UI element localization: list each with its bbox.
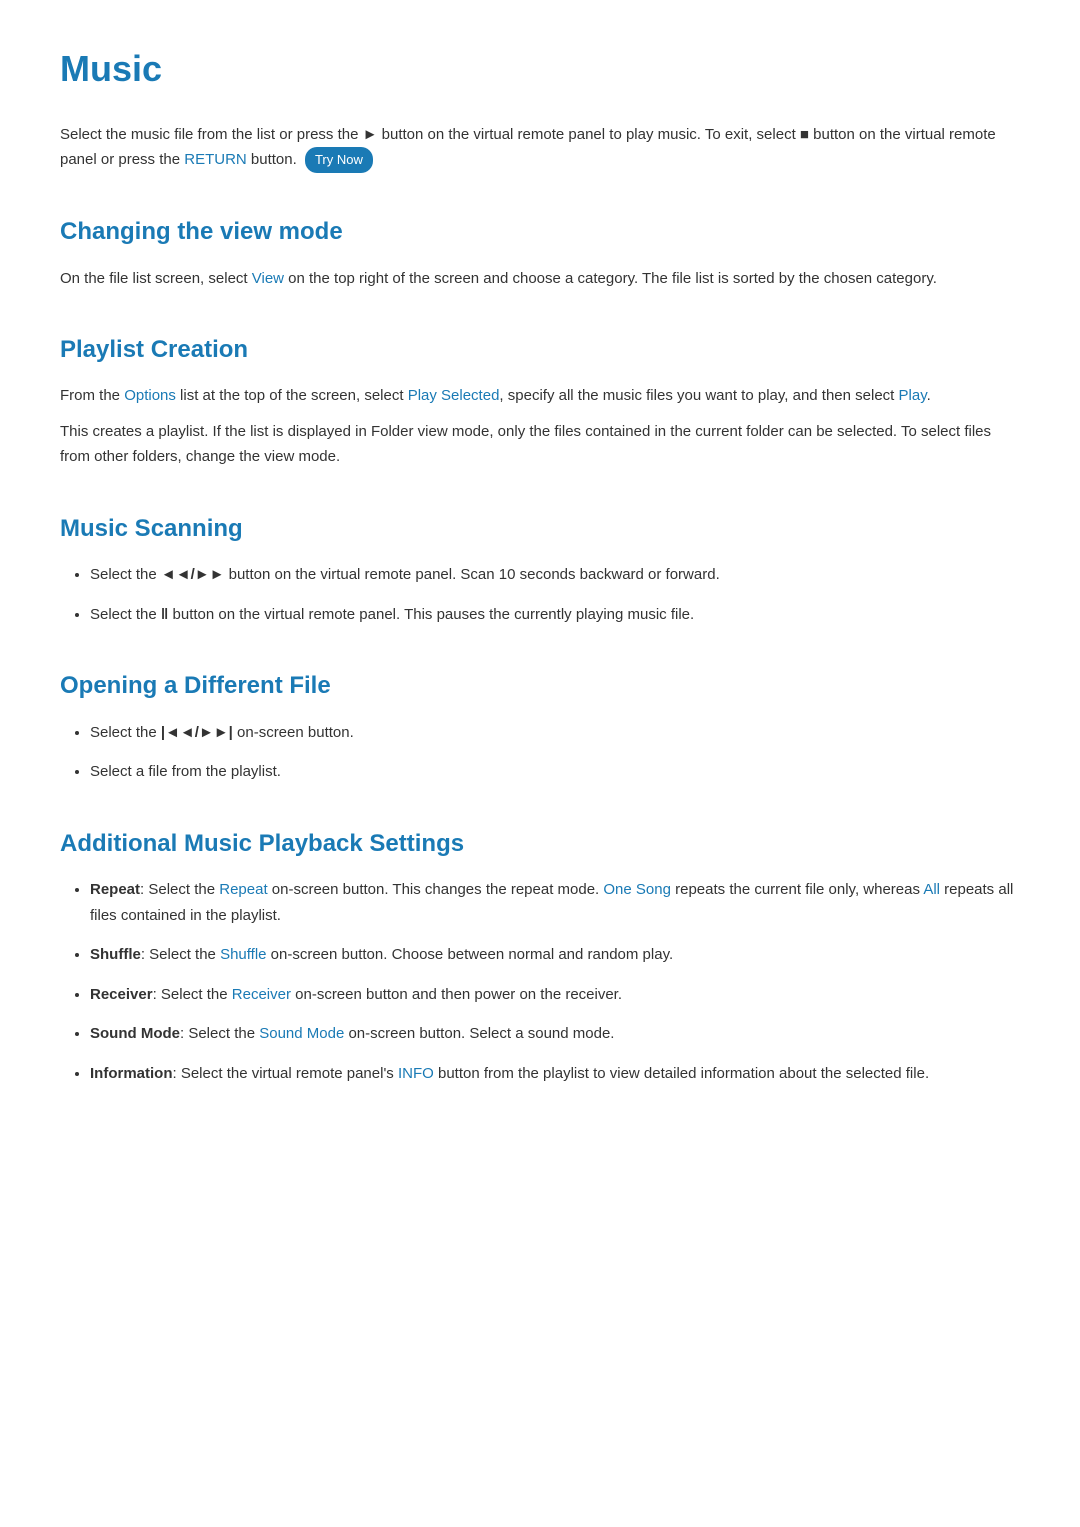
page-title: Music <box>60 40 1020 98</box>
info-link[interactable]: INFO <box>398 1065 434 1082</box>
intro-text-after: button. <box>247 151 301 168</box>
changing-view-mode-paragraph: On the file list screen, select View on … <box>60 266 1020 292</box>
text-2: on the top right of the screen and choos… <box>284 270 937 287</box>
options-link[interactable]: Options <box>124 387 176 404</box>
section-music-scanning: Music Scanning Select the ◄◄/►► button o… <box>60 510 1020 627</box>
text-6: . <box>927 387 931 404</box>
shuffle-label: Shuffle <box>90 946 141 963</box>
text-5: , specify all the music files you want t… <box>499 387 898 404</box>
section-opening-different-file: Opening a Different File Select the |◄◄/… <box>60 667 1020 784</box>
play-selected-link[interactable]: Play Selected <box>408 387 500 404</box>
list-item-sound-mode: Sound Mode: Select the Sound Mode on-scr… <box>90 1021 1020 1047</box>
list-item-receiver: Receiver: Select the Receiver on-screen … <box>90 982 1020 1008</box>
list-item-information: Information: Select the virtual remote p… <box>90 1061 1020 1087</box>
section-heading-opening-different-file: Opening a Different File <box>60 667 1020 705</box>
section-changing-view-mode: Changing the view mode On the file list … <box>60 213 1020 291</box>
opening-file-list: Select the |◄◄/►►| on-screen button. Sel… <box>90 720 1020 785</box>
try-now-button[interactable]: Try Now <box>305 147 373 173</box>
text-4: list at the top of the screen, select <box>176 387 408 404</box>
section-heading-playlist-creation: Playlist Creation <box>60 331 1020 369</box>
receiver-label: Receiver <box>90 986 153 1003</box>
list-item: Select the ◄◄/►► button on the virtual r… <box>90 562 1020 588</box>
prev-next-button-symbol: |◄◄/►►| <box>161 724 233 741</box>
play-link[interactable]: Play <box>899 387 927 404</box>
list-item: Select a file from the playlist. <box>90 759 1020 785</box>
list-item-shuffle: Shuffle: Select the Shuffle on-screen bu… <box>90 942 1020 968</box>
text-3: From the <box>60 387 124 404</box>
shuffle-link[interactable]: Shuffle <box>220 946 266 963</box>
text-1: On the file list screen, select <box>60 270 252 287</box>
sound-mode-label: Sound Mode <box>90 1025 180 1042</box>
repeat-label: Repeat <box>90 881 140 898</box>
playlist-creation-paragraph-2: This creates a playlist. If the list is … <box>60 419 1020 470</box>
playlist-creation-paragraph-1: From the Options list at the top of the … <box>60 383 1020 409</box>
return-link[interactable]: RETURN <box>184 151 247 168</box>
section-heading-music-scanning: Music Scanning <box>60 510 1020 548</box>
intro-paragraph: Select the music file from the list or p… <box>60 122 1020 174</box>
all-link[interactable]: All <box>923 881 940 898</box>
section-heading-changing-view-mode: Changing the view mode <box>60 213 1020 251</box>
information-label: Information <box>90 1065 173 1082</box>
one-song-link[interactable]: One Song <box>603 881 671 898</box>
section-heading-additional-music-playback: Additional Music Playback Settings <box>60 825 1020 863</box>
list-item: Select the ‖ button on the virtual remot… <box>90 602 1020 628</box>
pause-button-symbol: ‖ <box>161 606 168 623</box>
repeat-link[interactable]: Repeat <box>219 881 267 898</box>
scan-button-symbol: ◄◄/►► <box>161 566 225 583</box>
list-item: Select the |◄◄/►►| on-screen button. <box>90 720 1020 746</box>
sound-mode-link[interactable]: Sound Mode <box>259 1025 344 1042</box>
view-link[interactable]: View <box>252 270 284 287</box>
receiver-link[interactable]: Receiver <box>232 986 291 1003</box>
section-playlist-creation: Playlist Creation From the Options list … <box>60 331 1020 470</box>
additional-settings-list: Repeat: Select the Repeat on-screen butt… <box>90 877 1020 1086</box>
music-scanning-list: Select the ◄◄/►► button on the virtual r… <box>90 562 1020 627</box>
section-additional-music-playback: Additional Music Playback Settings Repea… <box>60 825 1020 1086</box>
list-item-repeat: Repeat: Select the Repeat on-screen butt… <box>90 877 1020 928</box>
